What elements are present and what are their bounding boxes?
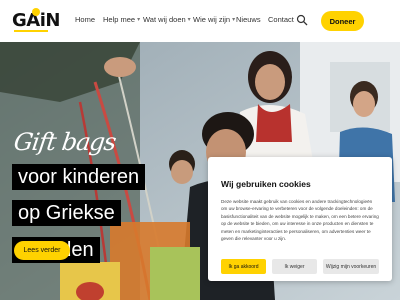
logo-sun-icon xyxy=(32,8,40,16)
cookie-preferences-button[interactable]: Wijzig mijn voorkeuren xyxy=(323,259,379,274)
gain-logo[interactable]: GAiN xyxy=(12,8,60,34)
accept-cookies-button[interactable]: Ik ga akkoord xyxy=(221,259,266,274)
nav-nieuws-label: Nieuws xyxy=(236,15,261,24)
nav-home[interactable]: Home xyxy=(75,15,95,24)
hero-title-line-2: op Griekse xyxy=(12,200,121,226)
read-more-button[interactable]: Lees verder xyxy=(14,241,70,260)
search-icon[interactable] xyxy=(296,13,308,26)
chevron-down-icon: ▾ xyxy=(232,17,236,23)
nav-home-label: Home xyxy=(75,15,96,24)
nav-contact-label: Contact xyxy=(268,15,294,24)
logo-underline xyxy=(14,30,48,32)
chevron-down-icon: ▾ xyxy=(187,17,191,23)
cookie-buttons: Ik ga akkoord Ik weiger Wijzig mijn voor… xyxy=(221,259,379,274)
nav-wie-label: Wie wij zijn xyxy=(193,15,231,24)
donate-button[interactable]: Doneer xyxy=(321,11,364,31)
hero-script-title: Gift bags xyxy=(12,128,118,156)
reject-cookies-button[interactable]: Ik weiger xyxy=(272,259,317,274)
cookie-body: Deze website maakt gebruik van cookies e… xyxy=(221,199,379,242)
nav-help-label: Help mee xyxy=(103,15,136,24)
site-header: GAiN Home Help mee ▾ Wat wij doen ▾ Wie wi… xyxy=(0,0,400,42)
chevron-down-icon: ▾ xyxy=(137,17,141,23)
cookie-dialog: Wij gebruiken cookies Deze website maakt… xyxy=(208,157,392,281)
hero-title-line-1: voor kinderen xyxy=(12,164,146,190)
nav-wie-wij-zijn[interactable]: Wie wij zijn ▾ xyxy=(193,15,235,24)
nav-nieuws[interactable]: Nieuws xyxy=(236,15,261,24)
nav-help-mee[interactable]: Help mee ▾ xyxy=(103,15,140,24)
nav-wat-label: Wat wij doen xyxy=(143,15,186,24)
nav-wat-wij-doen[interactable]: Wat wij doen ▾ xyxy=(143,15,191,24)
nav-contact[interactable]: Contact xyxy=(268,15,294,24)
cookie-title: Wij gebruiken cookies xyxy=(221,179,311,189)
